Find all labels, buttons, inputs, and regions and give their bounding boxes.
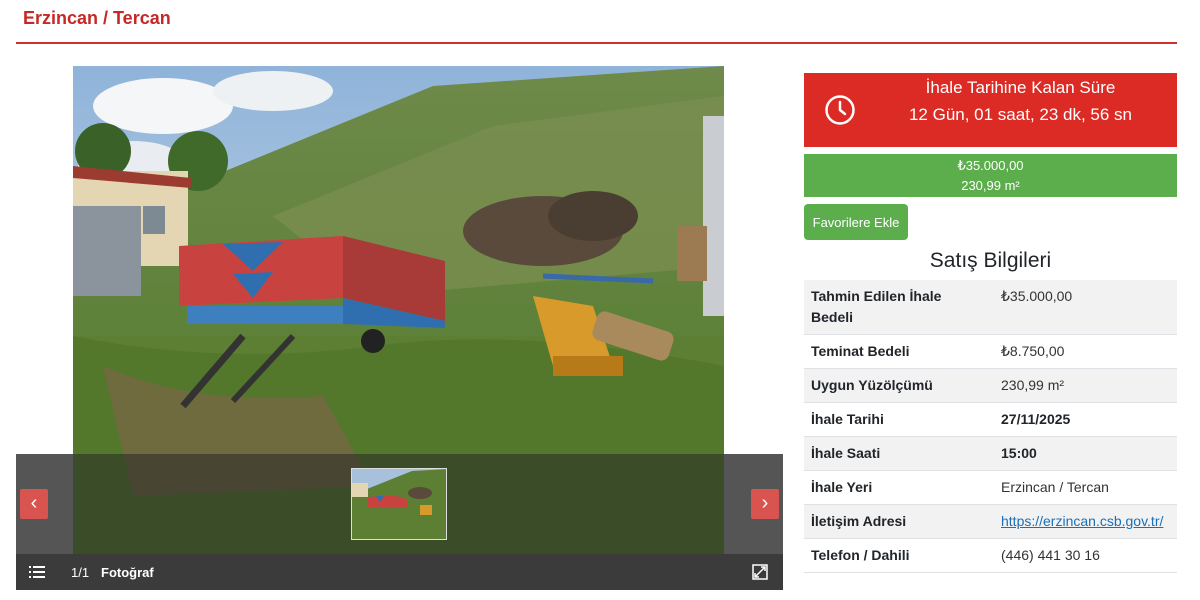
table-row: İhale Yeri Erzincan / Tercan: [804, 470, 1177, 505]
photo-label: Fotoğraf: [101, 565, 154, 580]
row-label: İletişim Adresi: [804, 504, 994, 539]
row-value: https://erzincan.csb.gov.tr/: [994, 504, 1177, 539]
expand-icon[interactable]: [752, 564, 768, 580]
table-row: Teminat Bedeli ₺8.750,00: [804, 334, 1177, 369]
table-row: Telefon / Dahili (446) 441 30 16: [804, 538, 1177, 573]
countdown-title: İhale Tarihine Kalan Süre: [925, 78, 1116, 97]
row-label: İhale Tarihi: [804, 402, 994, 437]
gallery-toolbar: 1/1 Fotoğraf: [16, 554, 783, 590]
price-summary: ₺35.000,00 230,99 m²: [804, 154, 1177, 197]
contact-link[interactable]: https://erzincan.csb.gov.tr/: [1001, 513, 1163, 529]
row-value: 230,99 m²: [994, 368, 1177, 403]
row-label: İhale Yeri: [804, 470, 994, 505]
row-label: Uygun Yüzölçümü: [804, 368, 994, 403]
row-value: Erzincan / Tercan: [994, 470, 1177, 505]
row-value: (446) 441 30 16: [994, 538, 1177, 573]
clock-icon: [824, 94, 856, 126]
table-row: İhale Saati 15:00: [804, 436, 1177, 471]
countdown-value: 12 Gün, 01 saat, 23 dk, 56 sn: [908, 105, 1133, 124]
photo-thumbnail[interactable]: [351, 468, 447, 540]
table-row: İletişim Adresi https://erzincan.csb.gov…: [804, 504, 1177, 539]
list-icon[interactable]: [29, 564, 45, 580]
sale-info-table: Tahmin Edilen İhale Bedeli ₺35.000,00 Te…: [804, 280, 1177, 573]
row-label: Telefon / Dahili: [804, 538, 994, 573]
countdown-banner: İhale Tarihine Kalan Süre 12 Gün, 01 saa…: [804, 73, 1177, 147]
row-value: ₺8.750,00: [994, 334, 1177, 369]
price-area: 230,99 m²: [961, 178, 1020, 193]
photo-counter: 1/1: [71, 565, 90, 580]
row-label: Tahmin Edilen İhale Bedeli: [804, 280, 994, 335]
chevron-left-icon[interactable]: ‹: [20, 489, 48, 519]
row-label: İhale Saati: [804, 436, 994, 471]
add-to-favorites-button[interactable]: Favorilere Ekle: [804, 204, 908, 240]
title-divider: [16, 42, 1177, 44]
row-value: ₺35.000,00: [994, 280, 1177, 335]
page-title: Erzincan / Tercan: [23, 8, 171, 28]
table-row: Tahmin Edilen İhale Bedeli ₺35.000,00: [804, 280, 1177, 335]
thumbnail-strip: [16, 454, 783, 554]
row-label: Teminat Bedeli: [804, 334, 994, 369]
table-row: Uygun Yüzölçümü 230,99 m²: [804, 368, 1177, 403]
sale-info-title: Satış Bilgileri: [929, 249, 1052, 272]
table-row: İhale Tarihi 27/11/2025: [804, 402, 1177, 437]
price-amount: ₺35.000,00: [957, 158, 1024, 173]
photo-gallery: ‹ › 1/1 Fotoğraf: [16, 66, 783, 590]
row-value: 27/11/2025: [994, 402, 1177, 437]
chevron-right-icon[interactable]: ›: [751, 489, 779, 519]
row-value: 15:00: [994, 436, 1177, 471]
